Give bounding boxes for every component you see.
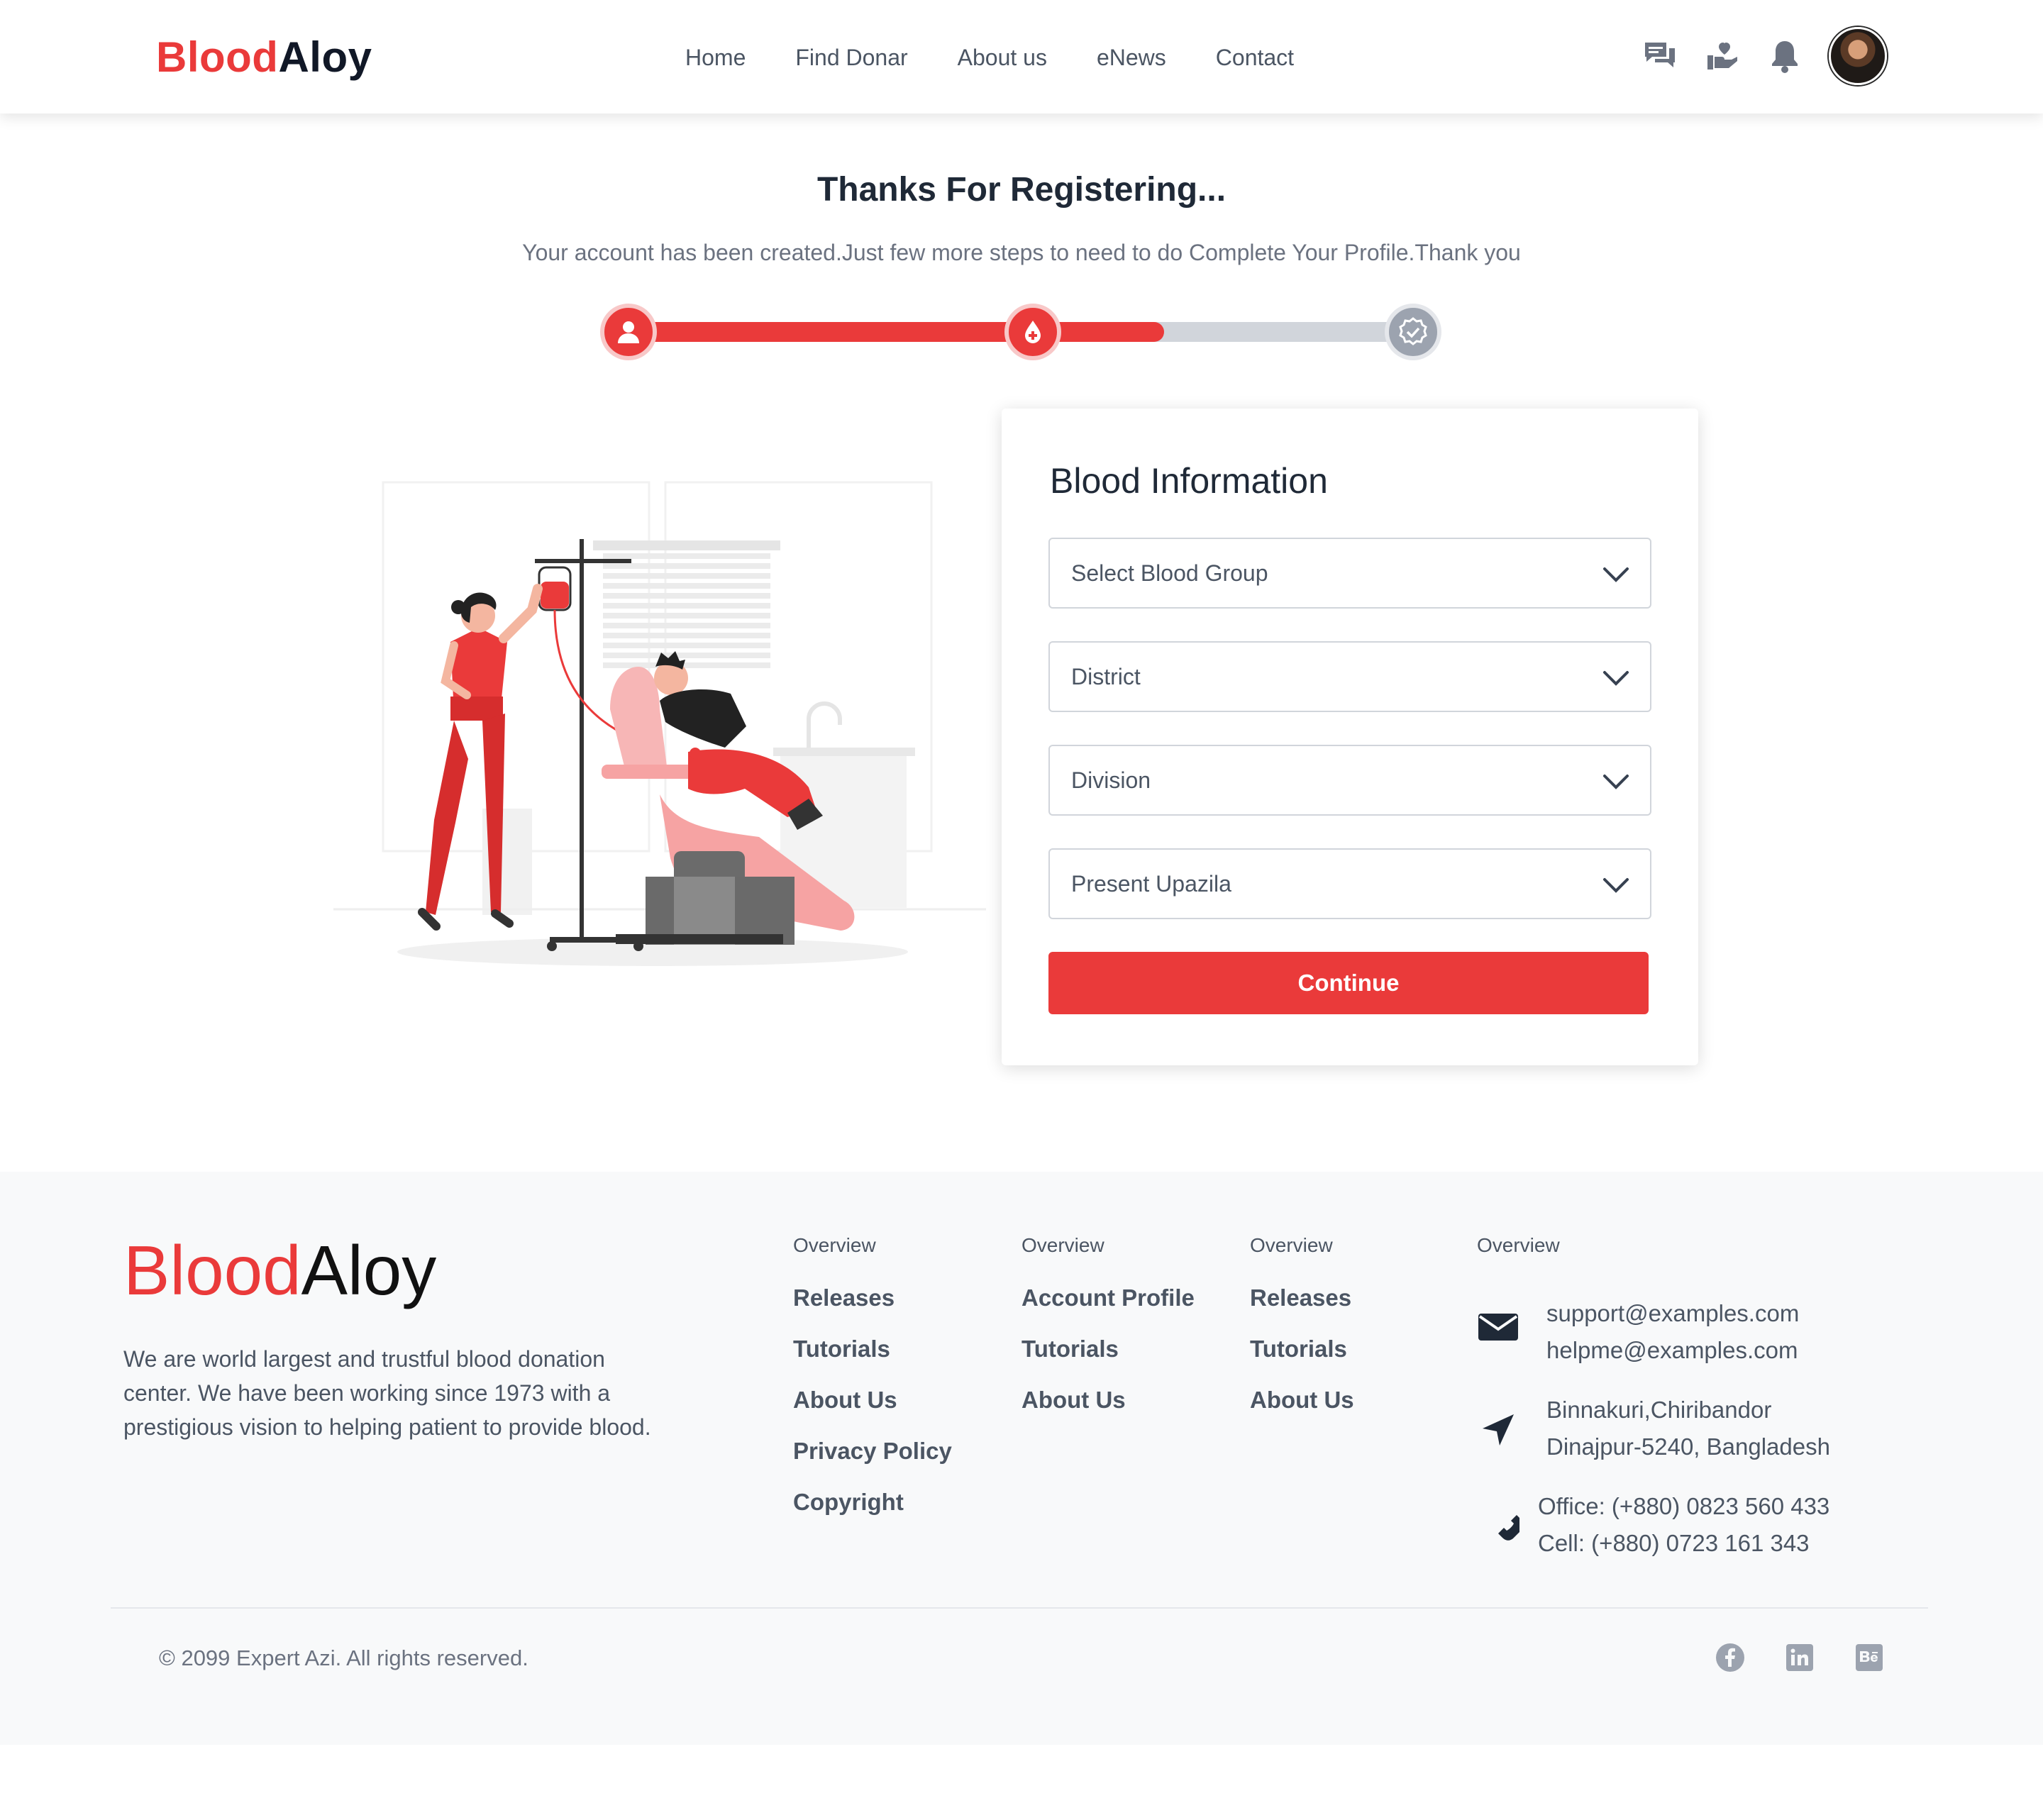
page-title: Thanks For Registering... [816,171,1227,209]
nav-contact[interactable]: Contact [1216,40,1294,75]
footer-link-about-us[interactable]: About Us [793,1386,952,1414]
blood-donation-illustration [326,475,993,972]
phone-cell[interactable]: Cell: (+880) 0723 161 343 [1538,1525,1810,1562]
email-helpme[interactable]: helpme@examples.com [1546,1332,1798,1369]
form-title: Blood Information [1050,461,1328,501]
envelope-icon [1478,1314,1518,1341]
logo-aloy: Aloy [278,33,372,81]
division-select[interactable]: Division [1048,745,1651,816]
bell-icon[interactable] [1766,38,1803,74]
page-subtitle: Your account has been created.Just few m… [522,240,1521,265]
footer-logo-aloy: Aloy [301,1231,437,1309]
linkedin-icon[interactable] [1785,1643,1815,1672]
avatar[interactable] [1829,27,1887,85]
upazila-select-label: Present Upazila [1071,871,1231,897]
copyright-text: © 2099 Expert Azi. All rights reserved. [159,1646,528,1670]
footer-link-releases[interactable]: Releases [793,1284,952,1312]
chevron-down-icon [1603,878,1629,893]
footer-logo[interactable]: BloodAloy [123,1231,436,1309]
footer-link-account-profile[interactable]: Account Profile [1022,1284,1195,1312]
site-header: BloodAloy Home Find Donar About us eNews… [0,0,2043,113]
footer-logo-blood: Blood [123,1231,301,1309]
footer-link-releases[interactable]: Releases [1250,1284,1354,1312]
address-line-1: Binnakuri,Chiribandor [1546,1397,1772,1423]
upazila-select[interactable]: Present Upazila [1048,848,1651,919]
footer-description: We are world largest and trustful blood … [123,1346,651,1440]
registration-progress [600,304,1441,360]
blood-drop-icon [1004,304,1061,360]
continue-button[interactable]: Continue [1048,952,1649,1014]
footer-column-title: Overview [793,1234,876,1256]
chat-icon[interactable] [1641,38,1678,74]
email-support[interactable]: support@examples.com [1546,1295,1799,1332]
progress-fill [629,322,1164,342]
footer-column-title: Overview [1477,1234,1560,1256]
footer-column-3: Overview Releases Tutorials About Us [1250,1231,1354,1437]
chevron-down-icon [1603,775,1629,789]
footer-column-title: Overview [1250,1234,1333,1256]
blood-group-select-label: Select Blood Group [1071,560,1268,586]
blood-info-card: Blood Information Select Blood Group Dis… [1002,409,1698,1065]
footer-link-about-us[interactable]: About Us [1250,1386,1354,1414]
logo[interactable]: BloodAloy [156,33,372,82]
chevron-down-icon [1603,671,1629,686]
footer-link-tutorials[interactable]: Tutorials [793,1335,952,1363]
site-footer: BloodAloy We are world largest and trust… [0,1172,2043,1745]
footer-divider [111,1607,1928,1609]
blood-group-select[interactable]: Select Blood Group [1048,538,1651,609]
verified-badge-icon [1385,304,1441,360]
nav-find-donar[interactable]: Find Donar [795,40,907,75]
district-select[interactable]: District [1048,641,1651,712]
division-select-label: Division [1071,767,1151,793]
phone-icon [1498,1515,1519,1541]
district-select-label: District [1071,664,1141,689]
donate-hand-icon[interactable] [1704,38,1741,74]
chevron-down-icon [1603,567,1629,582]
location-arrow-icon [1483,1414,1514,1446]
footer-link-tutorials[interactable]: Tutorials [1022,1335,1195,1363]
phone-office[interactable]: Office: (+880) 0823 560 433 [1538,1488,1829,1525]
footer-column-2: Overview Account Profile Tutorials About… [1022,1231,1195,1437]
header-actions [1641,27,1887,85]
main-nav: Home Find Donar About us eNews Contact [685,40,1294,75]
logo-blood: Blood [156,33,279,81]
nav-about-us[interactable]: About us [958,40,1047,75]
footer-column-1: Overview Releases Tutorials About Us Pri… [793,1231,952,1539]
user-icon [600,304,657,360]
nav-home[interactable]: Home [685,40,746,75]
nav-enews[interactable]: eNews [1097,40,1166,75]
footer-column-title: Overview [1022,1234,1104,1256]
footer-link-privacy-policy[interactable]: Privacy Policy [793,1437,952,1465]
footer-link-tutorials[interactable]: Tutorials [1250,1335,1354,1363]
footer-link-about-us[interactable]: About Us [1022,1386,1195,1414]
social-links [1715,1643,1884,1672]
footer-contact-column: Overview [1477,1231,1560,1284]
address-line-2: Dinajpur-5240, Bangladesh [1546,1433,1830,1460]
footer-link-copyright[interactable]: Copyright [793,1488,952,1516]
facebook-icon[interactable] [1715,1643,1745,1672]
behance-icon[interactable] [1854,1643,1884,1672]
